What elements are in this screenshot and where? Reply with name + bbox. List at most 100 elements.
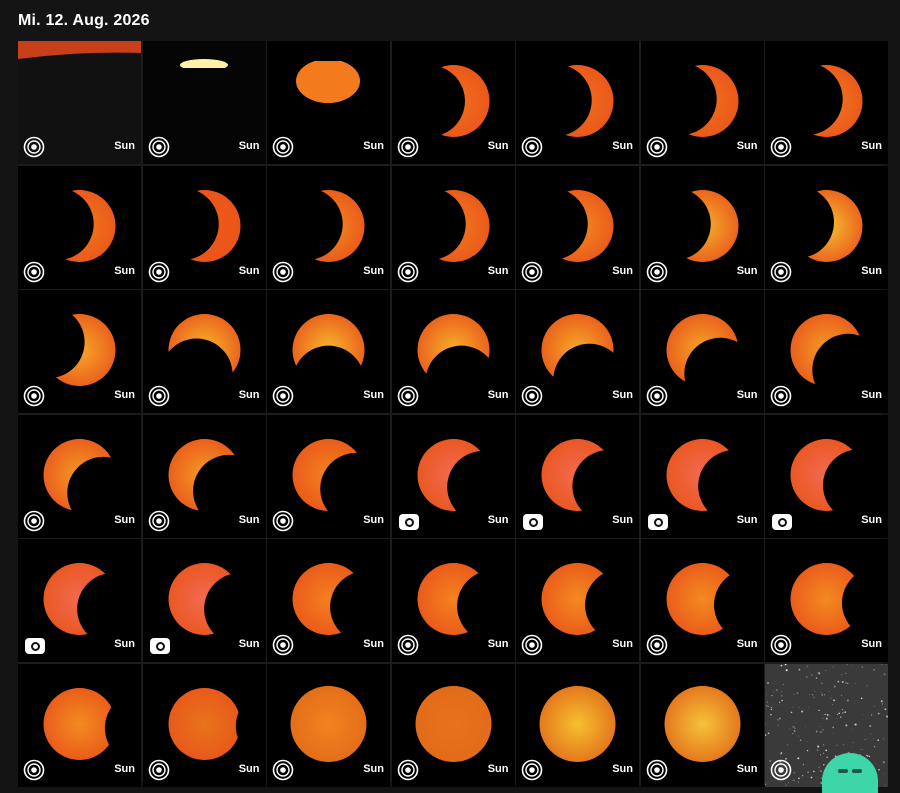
photo-tile[interactable]: Sun: [18, 166, 141, 289]
tile-label: Sun: [612, 763, 633, 775]
photo-tile[interactable]: Sun: [267, 166, 390, 289]
photo-tile[interactable]: Sun: [765, 41, 888, 164]
tile-label: Sun: [861, 389, 882, 401]
target-ring-icon: [23, 759, 45, 781]
target-ring-icon: [148, 261, 170, 283]
photo-tile[interactable]: Sun: [18, 539, 141, 662]
photo-tile[interactable]: Sun: [267, 290, 390, 413]
target-ring-icon: [23, 136, 45, 158]
photo-tile[interactable]: Sun: [516, 539, 639, 662]
photo-tile[interactable]: Sun: [267, 664, 390, 787]
photo-tile[interactable]: Sun: [392, 41, 515, 164]
photo-tile[interactable]: Sun: [18, 415, 141, 538]
photo-tile[interactable]: Sun: [143, 41, 266, 164]
photo-grid: Sun Sun Sun Sun Sun: [18, 41, 882, 782]
target-ring-icon: [272, 759, 294, 781]
photo-tile[interactable]: Sun: [641, 415, 764, 538]
photo-tile[interactable]: Sun: [641, 41, 764, 164]
tile-label: Sun: [239, 389, 260, 401]
tile-label: Sun: [488, 265, 509, 277]
target-ring-icon: [646, 385, 668, 407]
target-ring-icon: [148, 385, 170, 407]
tile-label: Sun: [737, 389, 758, 401]
photo-tile[interactable]: Sun: [143, 290, 266, 413]
tile-label: Sun: [239, 763, 260, 775]
target-ring-icon: [272, 136, 294, 158]
photo-tile[interactable]: Sun: [765, 166, 888, 289]
photo-tile[interactable]: Sun: [516, 415, 639, 538]
photo-tile[interactable]: Sun: [392, 166, 515, 289]
photo-tile[interactable]: Sun: [392, 539, 515, 662]
tile-label: Sun: [612, 514, 633, 526]
photo-tile[interactable]: Sun: [392, 290, 515, 413]
target-ring-icon: [646, 136, 668, 158]
photo-tile[interactable]: Sun: [267, 41, 390, 164]
photo-tile[interactable]: Sun: [641, 166, 764, 289]
camera-lens-icon: [25, 638, 45, 654]
photo-tile[interactable]: Sun: [641, 290, 764, 413]
tile-label: Sun: [488, 638, 509, 650]
target-ring-icon: [770, 385, 792, 407]
photo-tile[interactable]: Sun: [641, 664, 764, 787]
photo-tile[interactable]: Sun: [765, 539, 888, 662]
tile-label: Sun: [861, 265, 882, 277]
tile-label: Sun: [737, 514, 758, 526]
photo-tile[interactable]: Sun: [392, 664, 515, 787]
photo-tile[interactable]: Sun: [18, 664, 141, 787]
photo-tile[interactable]: Sun: [516, 41, 639, 164]
target-ring-icon: [272, 261, 294, 283]
photo-tile[interactable]: Sun: [267, 539, 390, 662]
tile-label: Sun: [363, 763, 384, 775]
target-ring-icon: [770, 759, 792, 781]
target-ring-icon: [521, 759, 543, 781]
tile-label: Sun: [612, 140, 633, 152]
target-ring-icon: [521, 385, 543, 407]
photo-tile[interactable]: Sun: [143, 166, 266, 289]
photo-tile[interactable]: Sun: [516, 166, 639, 289]
photo-tile[interactable]: Sun: [516, 664, 639, 787]
photo-tile[interactable]: Sun: [765, 290, 888, 413]
target-ring-icon: [272, 634, 294, 656]
tile-label: Sun: [363, 265, 384, 277]
target-ring-icon: [397, 759, 419, 781]
tile-label: Sun: [737, 140, 758, 152]
target-ring-icon: [272, 385, 294, 407]
target-ring-icon: [521, 261, 543, 283]
photo-tile[interactable]: Sun: [143, 664, 266, 787]
target-ring-icon: [148, 136, 170, 158]
tile-label: Sun: [861, 638, 882, 650]
tile-label: Sun: [737, 638, 758, 650]
photo-tile[interactable]: Sun: [765, 415, 888, 538]
tile-label: Sun: [114, 638, 135, 650]
tile-label: Sun: [488, 389, 509, 401]
tile-label: Sun: [612, 389, 633, 401]
target-ring-icon: [646, 634, 668, 656]
mascot-eye-icon: [852, 769, 862, 773]
tile-label: Sun: [861, 514, 882, 526]
photo-tile[interactable]: Sun: [18, 41, 141, 164]
target-ring-icon: [646, 261, 668, 283]
photo-tile[interactable]: Sun: [18, 290, 141, 413]
photo-tile[interactable]: Sun: [143, 415, 266, 538]
target-ring-icon: [646, 759, 668, 781]
tile-label: Sun: [488, 140, 509, 152]
target-ring-icon: [770, 261, 792, 283]
target-ring-icon: [23, 385, 45, 407]
target-ring-icon: [148, 759, 170, 781]
tile-label: Sun: [737, 265, 758, 277]
header: Mi. 12. Aug. 2026: [0, 0, 900, 40]
photo-tile[interactable]: Sun: [641, 539, 764, 662]
photo-tile[interactable]: Sun: [143, 539, 266, 662]
photo-tile[interactable]: Sun: [516, 290, 639, 413]
photo-tile[interactable]: Sun: [392, 415, 515, 538]
target-ring-icon: [770, 634, 792, 656]
target-ring-icon: [148, 510, 170, 532]
tile-label: Sun: [363, 389, 384, 401]
tile-label: Sun: [239, 265, 260, 277]
camera-lens-icon: [150, 638, 170, 654]
tile-label: Sun: [114, 763, 135, 775]
tile-label: Sun: [239, 140, 260, 152]
photo-tile[interactable]: Sun: [267, 415, 390, 538]
target-ring-icon: [521, 136, 543, 158]
tile-label: Sun: [488, 514, 509, 526]
